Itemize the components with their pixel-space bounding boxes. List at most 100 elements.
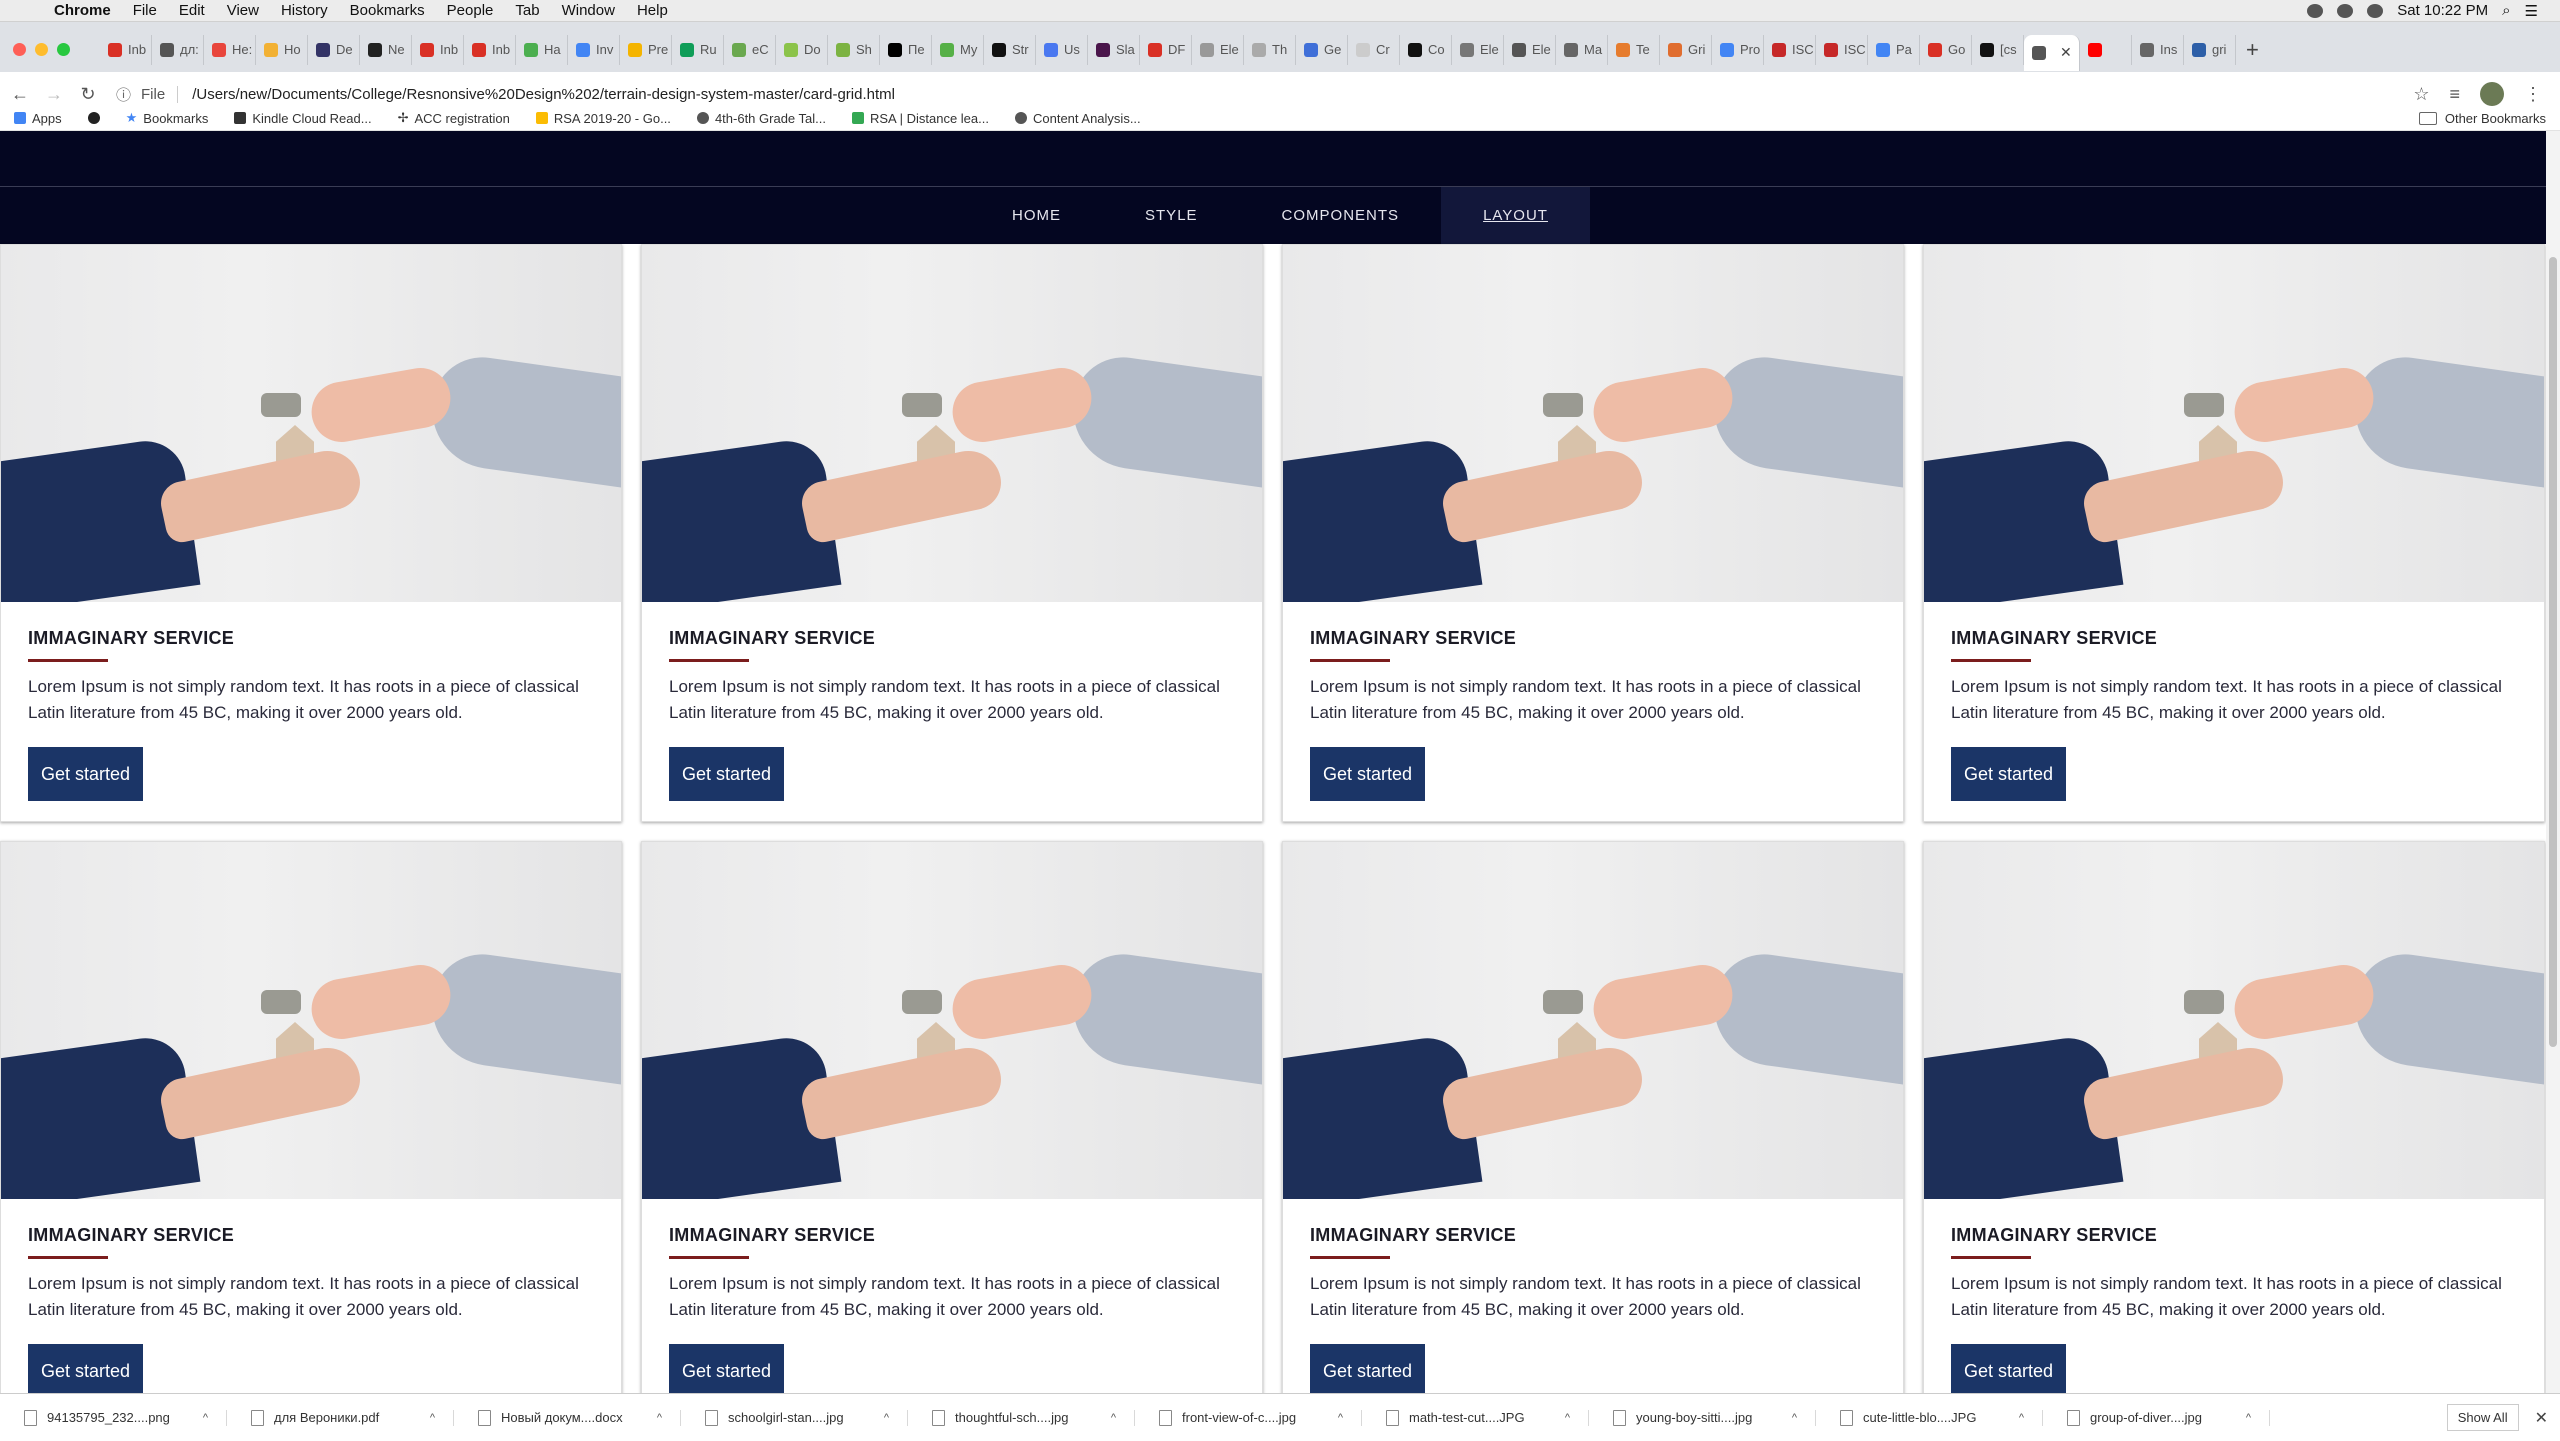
bookmark-kindle[interactable]: Kindle Cloud Read... (234, 111, 372, 126)
nav-layout[interactable]: LAYOUT (1441, 187, 1590, 244)
get-started-button[interactable]: Get started (28, 747, 143, 801)
chevron-up-icon[interactable]: ^ (430, 1412, 435, 1424)
download-item[interactable]: young-boy-sitti....jpg ^ (1589, 1409, 1816, 1426)
menu-people[interactable]: People (447, 2, 494, 19)
menu-edit[interactable]: Edit (179, 2, 205, 19)
browser-tab[interactable]: Ha (516, 34, 568, 65)
browser-tab[interactable]: Sla (1088, 34, 1140, 65)
flag-icon[interactable] (2367, 3, 2384, 18)
get-started-button[interactable]: Get started (28, 1344, 143, 1393)
show-all-downloads-button[interactable]: Show All (2446, 1404, 2519, 1431)
menu-bookmarks[interactable]: Bookmarks (350, 2, 425, 19)
nav-home[interactable]: HOME (970, 187, 1103, 244)
reload-icon[interactable]: ↻ (74, 84, 102, 105)
browser-tab[interactable]: eC (724, 34, 776, 65)
menu-list-icon[interactable]: ☰ (2525, 2, 2538, 20)
browser-tab[interactable]: Inb (464, 34, 516, 65)
close-window-button[interactable] (13, 43, 26, 56)
reading-list-icon[interactable]: ≡ (2449, 84, 2460, 105)
other-bookmarks[interactable]: Other Bookmarks (2418, 111, 2546, 126)
browser-tab[interactable]: Te (1608, 34, 1660, 65)
menu-view[interactable]: View (227, 2, 259, 19)
browser-tab[interactable]: DF (1140, 34, 1192, 65)
bookmark-bookmarks[interactable]: ★ Bookmarks (126, 110, 209, 126)
bookmark-apps[interactable]: Apps (14, 111, 62, 126)
page-scrollbar[interactable] (2546, 131, 2560, 1393)
browser-tab[interactable]: Ele (1452, 34, 1504, 65)
menu-app-name[interactable]: Chrome (54, 2, 111, 19)
menu-window[interactable]: Window (562, 2, 615, 19)
browser-tab[interactable]: Ele (1504, 34, 1556, 65)
chevron-up-icon[interactable]: ^ (2246, 1412, 2251, 1424)
chevron-up-icon[interactable]: ^ (1565, 1412, 1570, 1424)
profile-avatar[interactable] (2480, 82, 2504, 106)
chevron-up-icon[interactable]: ^ (1111, 1412, 1116, 1424)
browser-tab[interactable]: Inb (100, 34, 152, 65)
chevron-up-icon[interactable]: ^ (2019, 1412, 2024, 1424)
download-item[interactable]: Новый докум....docx ^ (454, 1409, 681, 1426)
browser-tab[interactable]: Do (776, 34, 828, 65)
browser-tab[interactable]: Cr (1348, 34, 1400, 65)
download-item[interactable]: front-view-of-c....jpg ^ (1135, 1409, 1362, 1426)
menubar-clock[interactable]: Sat 10:22 PM (2397, 2, 2488, 19)
chevron-up-icon[interactable]: ^ (657, 1412, 662, 1424)
download-item[interactable]: math-test-cut....JPG ^ (1362, 1409, 1589, 1426)
browser-tab[interactable]: дл: (152, 34, 204, 65)
zoom-window-button[interactable] (57, 43, 70, 56)
browser-tab[interactable] (2080, 34, 2132, 65)
browser-tab[interactable]: Go (1920, 34, 1972, 65)
nav-components[interactable]: COMPONENTS (1240, 187, 1442, 244)
download-item[interactable]: thoughtful-sch....jpg ^ (908, 1409, 1135, 1426)
info-icon[interactable]: ⓘ (116, 84, 131, 105)
browser-tab[interactable]: gri (2184, 34, 2236, 65)
browser-tab[interactable]: Inv (568, 34, 620, 65)
browser-tab[interactable]: Th (1244, 34, 1296, 65)
wifi-icon[interactable] (2337, 3, 2354, 18)
get-started-button[interactable]: Get started (1310, 1344, 1425, 1393)
browser-tab[interactable]: ISC (1764, 34, 1816, 65)
browser-tab[interactable]: Sh (828, 34, 880, 65)
get-started-button[interactable]: Get started (669, 747, 784, 801)
bookmark-rsa-drive[interactable]: RSA 2019-20 - Go... (535, 111, 671, 126)
back-arrow-icon[interactable]: ← (6, 84, 34, 105)
url-text[interactable]: /Users/new/Documents/College/Resnonsive%… (192, 86, 895, 103)
bookmark-grade-talent[interactable]: 4th-6th Grade Tal... (696, 111, 826, 126)
chevron-up-icon[interactable]: ^ (1338, 1412, 1343, 1424)
download-item[interactable]: для Вероники.pdf ^ (227, 1409, 454, 1426)
bookmark-acc[interactable]: ✢ ACC registration (398, 110, 510, 126)
bookmark-rsa-distance[interactable]: RSA | Distance lea... (851, 111, 989, 126)
browser-tab[interactable]: Str (984, 34, 1036, 65)
address-bar[interactable]: ⓘ File /Users/new/Documents/College/Resn… (116, 84, 2413, 105)
scrollbar-thumb[interactable] (2549, 257, 2557, 1047)
browser-tab[interactable]: Gri (1660, 34, 1712, 65)
browser-tab[interactable]: Inb (412, 34, 464, 65)
browser-tab[interactable]: He: (204, 34, 256, 65)
new-tab-button[interactable]: + (2246, 37, 2259, 63)
close-downloads-icon[interactable]: ✕ (2535, 1408, 2548, 1428)
browser-tab[interactable]: My (932, 34, 984, 65)
chevron-up-icon[interactable]: ^ (884, 1412, 889, 1424)
menu-tab[interactable]: Tab (515, 2, 539, 19)
close-tab-icon[interactable]: ✕ (2060, 44, 2072, 61)
menu-file[interactable]: File (133, 2, 157, 19)
more-menu-icon[interactable]: ⋮ (2524, 84, 2542, 105)
browser-tab[interactable]: Пе (880, 34, 932, 65)
menu-history[interactable]: History (281, 2, 328, 19)
status-icon[interactable] (2307, 3, 2324, 18)
menu-help[interactable]: Help (637, 2, 668, 19)
browser-tab[interactable]: [cs (1972, 34, 2024, 65)
download-item[interactable]: 94135795_232....png ^ (0, 1409, 227, 1426)
browser-tab[interactable]: Pa (1868, 34, 1920, 65)
browser-tab[interactable]: Pre (620, 34, 672, 65)
minimize-window-button[interactable] (35, 43, 48, 56)
bookmark-github[interactable] (87, 112, 100, 124)
browser-tab[interactable]: Ho (256, 34, 308, 65)
get-started-button[interactable]: Get started (1310, 747, 1425, 801)
browser-tab[interactable]: Ele (1192, 34, 1244, 65)
browser-tab[interactable]: Ne (360, 34, 412, 65)
browser-tab[interactable]: Ins (2132, 34, 2184, 65)
download-item[interactable]: cute-little-blo....JPG ^ (1816, 1409, 2043, 1426)
bookmark-star-icon[interactable]: ☆ (2413, 84, 2429, 105)
browser-tab[interactable]: De (308, 34, 360, 65)
browser-tab[interactable]: ✕ (2024, 34, 2080, 71)
